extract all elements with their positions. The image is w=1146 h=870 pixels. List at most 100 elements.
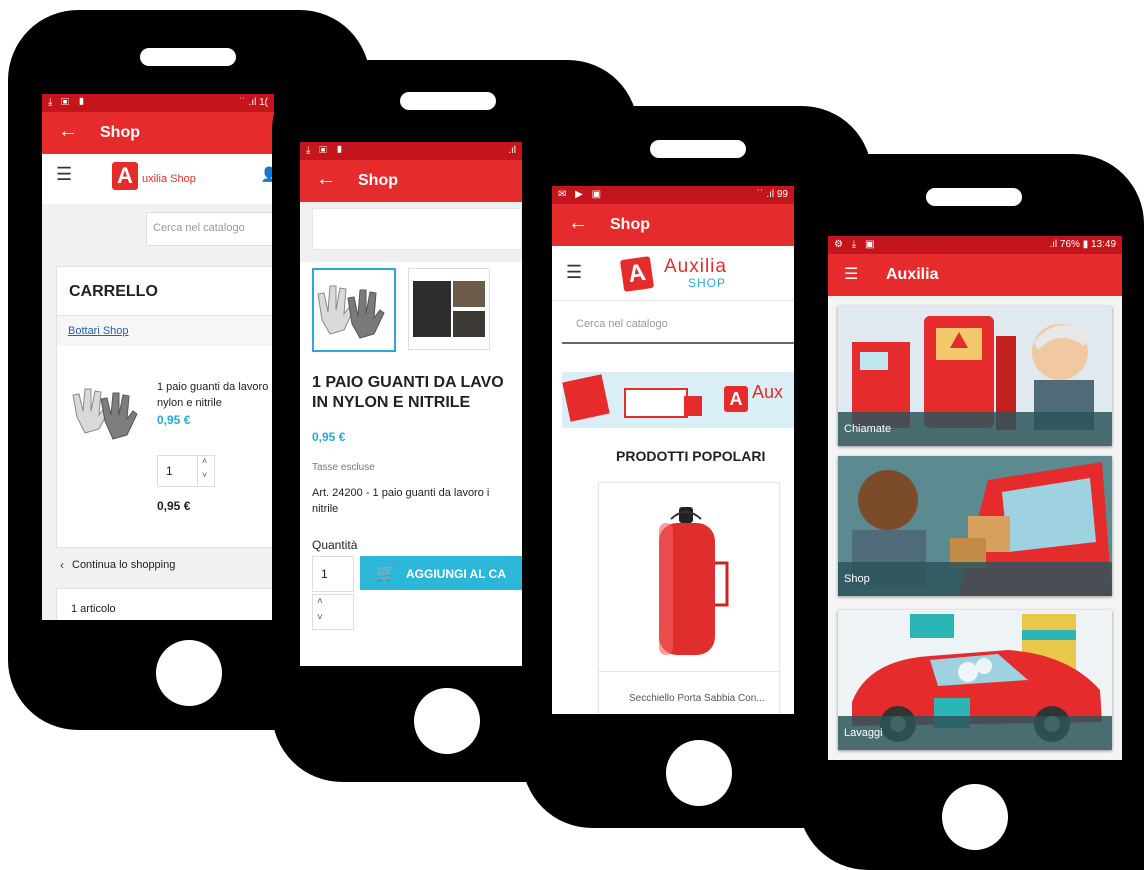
chevron-up-icon[interactable]: ˄ (317, 596, 323, 607)
menu-card-lavaggi[interactable]: Lavaggi (838, 610, 1112, 750)
product-price: 0,95 € (312, 430, 346, 444)
logo-text: uxilia Shop (142, 173, 196, 185)
quantity-label: Quantità (312, 538, 358, 552)
divider (599, 671, 779, 672)
status-bar: ⚙ ⤓ ▣ .ıl 76% ▮ 13:49 (828, 236, 1122, 254)
status-bar: ⤓ ▣ ▮ .ıl (300, 142, 522, 160)
chevron-down-icon[interactable]: ˅ (202, 470, 207, 480)
banner-logo-icon: A (724, 386, 748, 412)
phone-2-home-button[interactable] (414, 688, 480, 754)
phone-1-speaker (140, 48, 236, 66)
phone-1-home-button[interactable] (156, 640, 222, 706)
add-to-cart-label: AGGIUNGI AL CA (406, 567, 507, 581)
photo-dark-2 (453, 281, 485, 307)
logo-line-2: SHOP (688, 276, 727, 290)
banner-text: Aux (752, 382, 784, 402)
white-strip (312, 208, 522, 250)
phone-3-home-button[interactable] (666, 740, 732, 806)
phone-4-speaker (926, 188, 1022, 206)
phone-2-screen: ⤓ ▣ ▮ .ıl ← Shop 1 PAIO GUANTI DA LAVO I… (300, 142, 522, 666)
status-right: ˙˙ .ıl 99 (756, 189, 788, 200)
thumbnail-gloves[interactable] (312, 268, 396, 352)
gray-band (300, 202, 522, 262)
status-signal: .ıl (508, 145, 516, 156)
items-count: 1 articolo (71, 603, 116, 615)
quantity-value: 1 (166, 464, 173, 478)
menu-card-label: Lavaggi (838, 716, 1112, 750)
phone-1-screen: ⤓ ▣ ▮ ˙˙ .ıl 1( ← Shop ☰ A uxilia Shop 👤… (42, 94, 274, 620)
status-icons: ⤓ ▣ ▮ (306, 145, 347, 156)
phone-4: ⚙ ⤓ ▣ .ıl 76% ▮ 13:49 ☰ Auxilia Chiamate (798, 154, 1144, 870)
app-bar-title: Shop (358, 172, 398, 189)
photo-dark-3 (453, 311, 485, 337)
auxilia-logo-icon: A (112, 162, 138, 190)
status-bar: ✉ ▶ ▣ ˙˙ .ıl 99 (552, 186, 794, 204)
app-bar-title: Auxilia (886, 266, 939, 283)
section-title: PRODOTTI POPOLARI (616, 448, 766, 464)
search-placeholder[interactable]: Cerca nel catalogo (576, 318, 668, 330)
product-name-line-1[interactable]: 1 paio guanti da lavoro (157, 381, 268, 393)
app-bar: ← Shop (42, 112, 274, 154)
menu-card-label: Chiamate (838, 412, 1112, 446)
menu-card-chiamate[interactable]: Chiamate (838, 306, 1112, 446)
chevron-left-icon[interactable]: ‹ (60, 558, 64, 572)
shop-link-row: Bottari Shop (57, 316, 274, 346)
product-card[interactable]: Secchiello Porta Sabbia Con... (598, 482, 780, 714)
hamburger-menu-icon[interactable]: ☰ (844, 264, 858, 284)
product-name[interactable]: Secchiello Porta Sabbia Con... (629, 693, 765, 704)
gloves-thumbnail-icon (317, 285, 385, 339)
header-row: ☰ A uxilia Shop 👤 (42, 154, 274, 204)
auxilia-logo-icon: A (619, 256, 655, 292)
status-icons: ⚙ ⤓ ▣ (834, 239, 878, 250)
tax-note: Tasse escluse (312, 462, 375, 473)
phone-4-home-button[interactable] (942, 784, 1008, 850)
continue-shopping-link[interactable]: Continua lo shopping (72, 559, 175, 571)
product-price: 0,95 € (157, 413, 191, 427)
hamburger-menu-icon[interactable]: ☰ (566, 262, 582, 283)
gloves-icon (72, 388, 138, 440)
phone-3-screen: ✉ ▶ ▣ ˙˙ .ıl 99 ← Shop ☰ A Auxilia SHOP … (552, 186, 794, 714)
summary-panel: 1 articolo (56, 588, 274, 620)
search-underline (562, 342, 794, 344)
cart-panel: CARRELLO Bottari Shop 1 paio guanti da l… (56, 266, 274, 548)
search-placeholder: Cerca nel catalogo (153, 222, 245, 234)
product-image-gloves (69, 377, 145, 443)
quantity-stepper[interactable]: ˄ ˅ (312, 594, 354, 630)
cart-title: CARRELLO (69, 283, 158, 300)
phone-2-speaker (400, 92, 496, 110)
back-arrow-icon[interactable]: ← (316, 168, 336, 191)
menu-card-shop[interactable]: Shop (838, 456, 1112, 596)
promo-banner[interactable]: A Aux (562, 372, 794, 428)
product-name-line-2[interactable]: nylon e nitrile (157, 397, 222, 409)
add-to-cart-button[interactable]: 🛒 AGGIUNGI AL CA (360, 556, 522, 590)
fire-bucket-icon (659, 507, 729, 655)
quantity-input[interactable]: 1 (312, 556, 354, 592)
back-arrow-icon[interactable]: ← (568, 212, 588, 235)
hamburger-menu-icon[interactable]: ☰ (56, 164, 72, 185)
banner-truck (624, 388, 688, 418)
app-bar: ← Shop (300, 160, 522, 202)
app-bar-title: Shop (610, 216, 650, 233)
status-icons: ✉ ▶ ▣ (558, 189, 605, 200)
product-title-line-1: 1 PAIO GUANTI DA LAVO (312, 374, 504, 391)
app-bar: ← Shop (552, 204, 794, 246)
status-right: .ıl 76% ▮ 13:49 (1049, 239, 1116, 250)
thumbnail-photos[interactable] (408, 268, 490, 350)
back-arrow-icon[interactable]: ← (58, 120, 78, 143)
chevron-up-icon[interactable]: ˄ (202, 456, 207, 466)
photo-dark-1 (413, 281, 451, 337)
shop-link[interactable]: Bottari Shop (68, 325, 129, 337)
product-description-line-2: nitrile (312, 503, 339, 515)
app-bar-title: Shop (100, 124, 140, 141)
chevron-down-icon[interactable]: ˅ (317, 612, 323, 623)
status-icons: ⤓ ▣ ▮ (48, 97, 89, 108)
stepper-buttons: ˄ ˅ (197, 456, 214, 486)
search-input[interactable]: Cerca nel catalogo (146, 212, 274, 246)
menu-card-label: Shop (838, 562, 1112, 596)
status-bar: ⤓ ▣ ▮ ˙˙ .ıl 1( (42, 94, 274, 112)
quantity-stepper[interactable]: 1 ˄ ˅ (157, 455, 215, 487)
status-right: ˙˙ .ıl 1( (239, 97, 268, 108)
phone-4-screen: ⚙ ⤓ ▣ .ıl 76% ▮ 13:49 ☰ Auxilia Chiamate (828, 236, 1122, 760)
product-title-line-2: IN NYLON E NITRILE (312, 394, 471, 411)
banner-red-badge (562, 374, 610, 422)
